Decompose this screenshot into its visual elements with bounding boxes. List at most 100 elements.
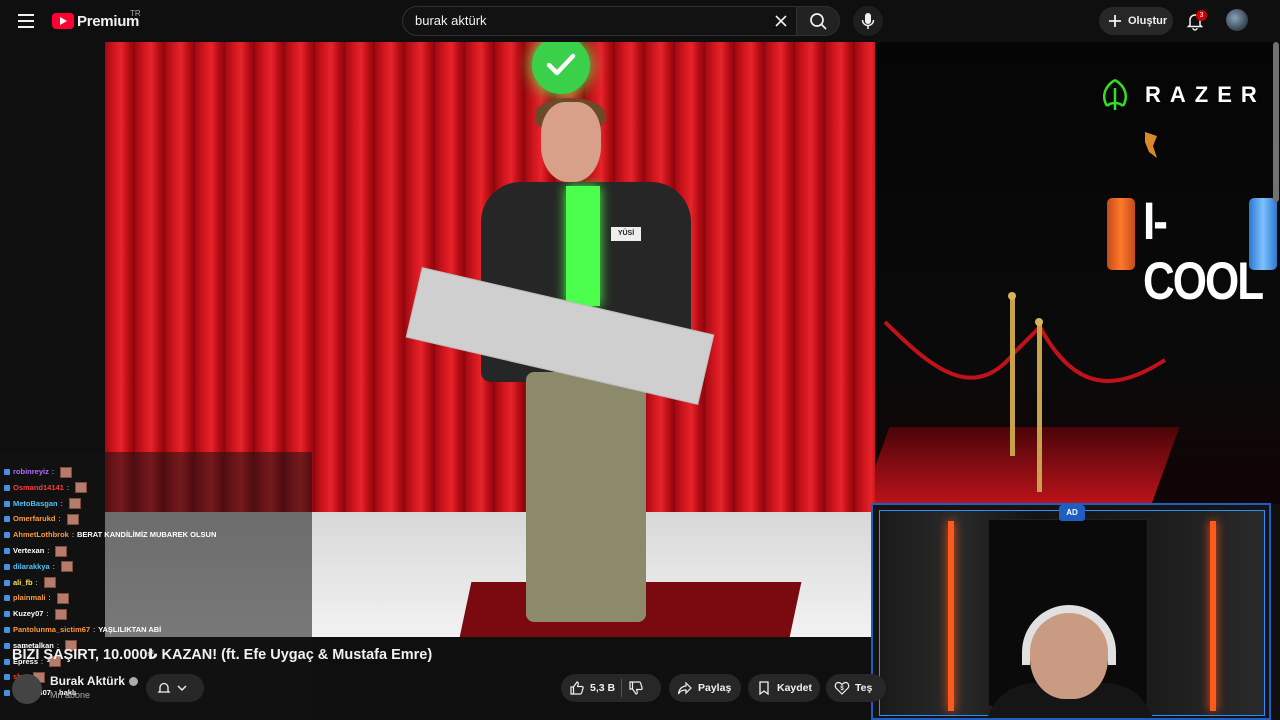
chat-separator: : [93,625,96,634]
chat-message: Osmand14141: [4,481,87,495]
like-button[interactable]: 5,3 B [561,680,615,696]
chat-separator: : [52,561,55,571]
create-button[interactable]: Oluştur [1099,7,1173,35]
plus-icon [1109,15,1121,27]
chat-message: robinreyiz: [4,465,72,479]
share-label: Paylaş [698,682,732,694]
led-light-left [948,521,954,711]
thanks-button[interactable]: $ Teş [826,674,886,702]
chat-separator: : [71,530,74,540]
chat-separator: : [51,467,54,476]
chat-username: ali_fb [13,577,33,587]
chat-emote-icon [43,577,56,589]
close-icon[interactable] [772,12,790,30]
chat-emote-icon [60,561,73,573]
orange-can [1107,198,1135,270]
chat-username: robinreyiz [13,467,49,476]
chat-message: Pantolunma_sictim67: YAŞLILIKTAN ABİ [4,623,161,637]
chat-message: AhmetLothbrok: BERAT KANDİLİMİZ MUBAREK O… [4,528,216,542]
scrollbar-thumb[interactable] [1273,42,1279,202]
create-label: Oluştur [1128,15,1168,27]
razer-snake-icon [1103,78,1127,110]
chat-badge-icon [4,500,10,507]
chat-username: Kuzey07 [13,609,44,619]
voice-search-button[interactable] [853,6,883,36]
chat-separator: : [58,514,61,524]
page-scrollbar[interactable] [1272,42,1280,720]
chat-emote-icon [74,482,87,494]
chat-badge-icon [4,532,10,539]
chat-badge-icon [4,563,10,570]
video-title: BİZİ ŞAŞIRT, 10.000₺ KAZAN! (ft. Efe Uyg… [12,647,433,663]
stanchion-rope [883,292,1167,492]
chat-username: Vertexan [13,546,45,555]
led-light-right [1210,521,1216,711]
chat-message: dilarakkya: [4,560,73,574]
chat-message: ali_fb: [4,576,56,590]
chat-separator: : [47,546,50,555]
logo-country-code: TR [130,9,141,18]
chat-username: AhmetLothbrok [13,530,69,540]
chat-username: Osmand14141 [13,482,64,492]
chat-message: MetoBasgan: [4,497,81,511]
save-button[interactable]: Kaydet [748,674,820,702]
chat-badge-icon [4,642,10,649]
chevron-down-icon [177,685,187,691]
search-box [402,6,796,36]
chat-message: plainmali: [4,591,69,605]
chat-separator: : [48,593,51,603]
youtube-premium-logo[interactable]: Premium [52,12,139,30]
chat-badge-icon [4,595,10,602]
lion-logo-icon [1145,132,1157,158]
chat-separator: : [35,577,38,587]
chat-username: plainmali [13,593,46,603]
chat-badge-icon [4,516,10,523]
like-divider [621,679,623,697]
thumbs-down-icon [629,681,643,695]
chat-emote-icon [56,592,69,604]
menu-icon[interactable] [14,10,38,32]
dislike-button[interactable] [628,680,644,696]
chat-badge-icon [4,579,10,586]
chat-username: Pantolunma_sictim67 [13,625,91,634]
notification-count-badge: 3 [1196,10,1207,21]
webcam-frame [879,510,1265,718]
subscription-bell-button[interactable] [146,674,204,702]
account-avatar[interactable] [1226,9,1248,31]
chat-badge-icon [4,548,10,554]
contestant-name-tag: YÜSİ [611,227,641,241]
chat-badge-icon [4,690,10,697]
razer-sponsor-text: RAZER [1145,82,1266,107]
top-bar: Premium TR Oluştur 3 [0,0,1280,42]
chat-separator: : [46,609,49,619]
webcam-logo-badge: AD [1059,505,1085,521]
chat-message: Vertexan: [4,544,68,558]
chat-separator: : [66,482,69,492]
chat-badge-icon [4,484,10,491]
chat-badge-icon [4,627,10,633]
search-button[interactable] [796,6,840,36]
sponsor-panel: RAZER I-COOL [875,42,1280,504]
thumbs-up-icon [570,681,584,695]
chat-badge-icon [4,658,10,665]
channel-name[interactable]: Burak Aktürk [50,674,138,688]
chat-badge-icon [4,611,10,618]
chat-emote-icon [59,466,72,478]
contestant-legs [526,372,646,622]
svg-text:$: $ [840,686,844,692]
channel-name-text[interactable]: Burak Aktürk [50,674,125,688]
share-arrow-icon [677,681,692,695]
streamer-webcam-overlay: AD [871,503,1271,720]
channel-avatar[interactable] [12,674,42,704]
share-button[interactable]: Paylaş [669,674,741,702]
chat-username: MetoBasgan [13,498,58,508]
chat-emote-icon [66,513,79,525]
chat-text: YAŞLILIKTAN ABİ [98,625,162,634]
youtube-play-icon [52,13,74,29]
search-input[interactable] [415,13,765,28]
youtube-watch-page: Premium TR Oluştur 3 [0,0,1280,720]
microphone-icon [861,13,875,29]
contestant-head [541,102,601,182]
thanks-label: Teş [855,682,873,694]
contestant-shirt [566,186,600,306]
